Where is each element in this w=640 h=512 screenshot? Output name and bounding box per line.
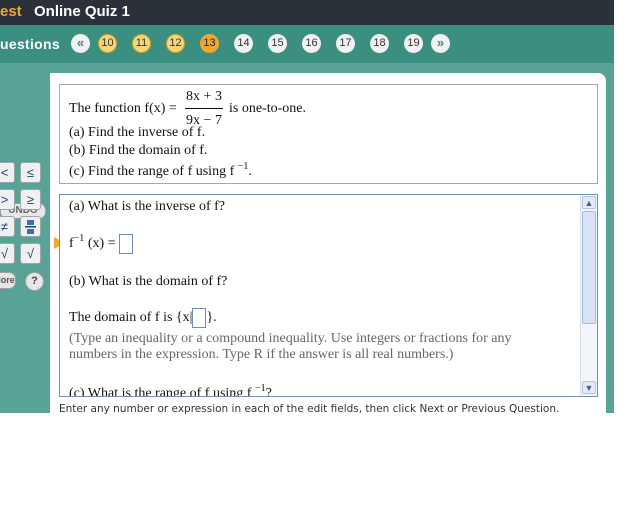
scrollbar-thumb[interactable]: [582, 211, 596, 324]
question-a-text: (a) What is the inverse of f?: [69, 199, 226, 214]
part-c-prefix: (c) Find the range of f using f: [69, 164, 235, 179]
question-11-button[interactable]: 11: [132, 34, 151, 53]
question-19-button[interactable]: 19: [404, 34, 423, 53]
nth-root-button[interactable]: √: [0, 243, 15, 264]
square-root-button[interactable]: √: [20, 243, 41, 264]
app-name: est: [0, 3, 22, 20]
question-17-button[interactable]: 17: [336, 34, 355, 53]
part-c-superscript: −1: [237, 161, 249, 172]
next-questions-button[interactable]: »: [431, 34, 450, 53]
question-b-text: (b) What is the domain of f?: [69, 274, 228, 289]
fraction-bar: [185, 108, 223, 109]
domain-suffix: }.: [206, 310, 217, 326]
scroll-down-icon[interactable]: ▼: [582, 381, 596, 394]
domain-answer-input[interactable]: [192, 308, 207, 328]
question-c-superscript: −1: [254, 383, 266, 394]
more-button[interactable]: More: [0, 272, 16, 289]
question-14-button[interactable]: 14: [234, 34, 253, 53]
less-than-button[interactable]: <: [0, 162, 15, 183]
inverse-equation: f−1 (x) =: [69, 233, 134, 254]
domain-equation: The domain of f is {x|}.: [69, 308, 217, 328]
scroll-up-icon[interactable]: ▲: [582, 196, 596, 209]
inverse-superscript: −1: [73, 233, 85, 244]
question-12-button[interactable]: 12: [166, 34, 185, 53]
part-a-text: (a) Find the inverse of f.: [69, 125, 206, 140]
help-button[interactable]: ?: [25, 272, 44, 291]
domain-hint: (Type an inequality or a compound inequa…: [69, 331, 512, 362]
answer-scrollbar[interactable]: ▲ ▼: [580, 195, 597, 396]
answer-box: (a) What is the inverse of f? f−1 (x) = …: [59, 194, 598, 397]
less-equal-button[interactable]: ≤: [20, 162, 41, 183]
question-18-button[interactable]: 18: [370, 34, 389, 53]
fraction-button[interactable]: [20, 216, 41, 237]
question-13-button[interactable]: 13: [200, 34, 219, 53]
question-15-button[interactable]: 15: [268, 34, 287, 53]
greater-equal-button[interactable]: ≥: [20, 189, 41, 210]
fraction-numerator: 8x + 3: [186, 89, 222, 104]
prev-questions-button[interactable]: «: [71, 34, 90, 53]
question-nav: uestions « 10 11 12 13 14 15 16 17 18 19…: [0, 25, 614, 63]
part-c-suffix: .: [248, 164, 252, 179]
question-c-text: (c) What is the range of f using f −1?: [69, 383, 272, 397]
not-equal-button[interactable]: ≠: [0, 216, 15, 237]
instruction-text: Enter any number or expression in each o…: [59, 403, 560, 415]
question-16-button[interactable]: 16: [302, 34, 321, 53]
questions-label: uestions: [0, 36, 60, 52]
question-c-suffix: ?: [265, 386, 272, 397]
fraction-icon: [25, 220, 36, 234]
quiz-title: Online Quiz 1: [34, 3, 130, 20]
question-box: The function f(x) = 8x + 3 9x − 7 is one…: [59, 84, 598, 184]
domain-prefix: The domain of f is {x|: [69, 310, 193, 326]
title-bar: est Online Quiz 1: [0, 0, 614, 25]
greater-than-button[interactable]: >: [0, 189, 15, 210]
function-text: The function f(x) =: [69, 101, 177, 116]
one-to-one-text: is one-to-one.: [229, 101, 306, 116]
inverse-x-equals: (x) =: [87, 236, 116, 251]
part-c-text: (c) Find the range of f using f −1.: [69, 161, 252, 180]
part-b-text: (b) Find the domain of f.: [69, 143, 208, 158]
inverse-answer-input[interactable]: [119, 233, 134, 254]
question-c-prefix: (c) What is the range of f using f: [69, 386, 252, 397]
question-10-button[interactable]: 10: [98, 34, 117, 53]
